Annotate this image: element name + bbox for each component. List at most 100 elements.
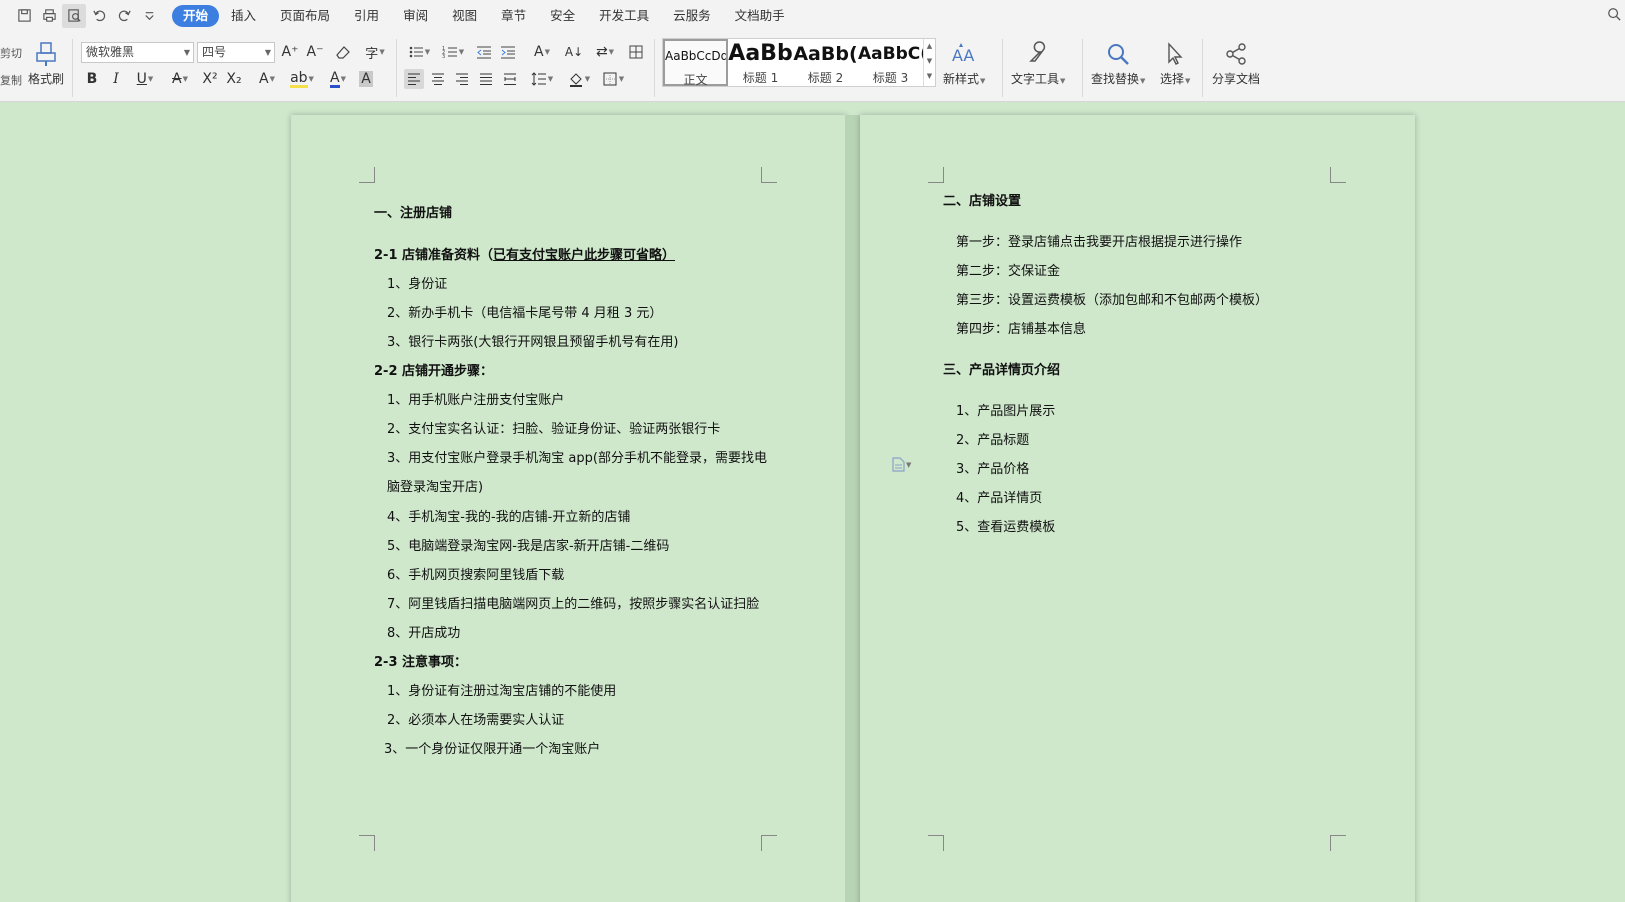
distributed-align-button[interactable] [500, 69, 520, 89]
list-item: 3、银行卡两张(大银行开网银且预留手机号有在用) [387, 335, 679, 350]
print-preview-button[interactable] [62, 3, 86, 28]
expand-icon[interactable]: ▼ [924, 69, 935, 84]
borders-icon [603, 72, 617, 86]
tab-review[interactable]: 审阅 [391, 5, 440, 27]
bullet-list-button[interactable]: ▼ [404, 42, 434, 62]
phonetic-guide-button[interactable]: 字 ▼ [360, 42, 390, 62]
superscript-button[interactable]: X² [200, 69, 220, 89]
new-style-button[interactable]: AA 新样式▼ [943, 41, 985, 87]
redo-button[interactable] [112, 4, 136, 28]
format-painter-button[interactable]: 格式刷 [28, 41, 64, 87]
text-tools-button[interactable]: 文字工具▼ [1011, 41, 1065, 87]
chevron-up-icon[interactable]: ▲ [924, 39, 935, 54]
print-preview-icon [67, 9, 81, 22]
align-right-button[interactable] [452, 69, 472, 89]
bullet-list-icon [409, 46, 423, 58]
font-size-select[interactable]: 四号 ▼ [197, 42, 275, 63]
style-heading-2[interactable]: AaBb( 标题 2 [793, 39, 858, 86]
font-name-value: 微软雅黑 [86, 45, 135, 59]
chinese-layout-button[interactable]: A ▼ [527, 42, 557, 62]
align-center-button[interactable] [428, 69, 448, 89]
margin-marker [359, 835, 375, 851]
clear-format-button[interactable] [333, 42, 353, 62]
print-button[interactable] [37, 4, 61, 28]
strikethrough-button[interactable]: A ▼ [165, 69, 195, 89]
tab-section[interactable]: 章节 [489, 5, 538, 27]
menu-bar: 开始 插入 页面布局 引用 审阅 视图 章节 安全 开发工具 云服务 文档助手 [0, 0, 1625, 31]
save-button[interactable] [12, 4, 36, 28]
style-label: 正文 [683, 73, 708, 87]
tab-references[interactable]: 引用 [342, 5, 391, 27]
justify-icon [480, 73, 492, 85]
list-item: 3、一个身份证仅限开通一个淘宝账户 [384, 742, 601, 757]
font-color-button[interactable]: A ▼ [323, 69, 353, 89]
show-hide-marks-button[interactable]: ⇄ ▼ [590, 42, 620, 62]
highlight-button[interactable]: ab ▼ [287, 69, 317, 89]
list-item: 5、查看运费模板 [956, 520, 1056, 535]
text-tools-label: 文字工具 [1011, 72, 1060, 86]
bold-icon: B [86, 71, 98, 87]
underline-button[interactable]: U ▼ [130, 69, 160, 89]
decrease-indent-button[interactable] [474, 42, 494, 62]
margin-marker [1330, 835, 1346, 851]
line-spacing-icon [531, 72, 546, 86]
increase-indent-button[interactable] [498, 42, 518, 62]
find-replace-button[interactable]: 查找替换▼ [1091, 41, 1145, 87]
shading-button[interactable]: ▼ [564, 69, 594, 89]
tab-home[interactable]: 开始 [172, 4, 220, 27]
numbered-list-button[interactable]: 1 2 3 ▼ [438, 42, 468, 62]
select-button[interactable]: 选择▼ [1160, 41, 1190, 87]
line-spacing-button[interactable]: ▼ [527, 69, 557, 89]
styles-scroll[interactable]: ▲ ▼ ▼ [923, 39, 935, 86]
search-icon[interactable] [1607, 7, 1621, 21]
paragraph-marks-icon: ⇄ [595, 44, 608, 60]
table-grid-button[interactable] [626, 42, 646, 62]
sort-button[interactable]: A↓ [564, 42, 584, 62]
margin-marker [761, 167, 777, 183]
tab-doc-assistant[interactable]: 文档助手 [723, 5, 797, 27]
list-item: 第三步：设置运费模板（添加包邮和不包邮两个模板） [956, 293, 1269, 308]
decrease-font-button[interactable]: A⁻ [305, 42, 325, 62]
quick-access-toolbar [0, 3, 162, 28]
tab-view[interactable]: 视图 [440, 5, 489, 27]
copy-button[interactable]: 复制 [0, 72, 22, 88]
document-page-2[interactable]: 二、店铺设置 第一步：登录店铺点击我要开店根据提示进行操作 第二步：交保证金 第… [860, 115, 1415, 902]
align-left-button[interactable] [404, 69, 424, 89]
tab-security[interactable]: 安全 [538, 5, 587, 27]
document-page-1[interactable]: 一、注册店铺 2-1 店铺准备资料（已有支付宝账户此步骤可省略） 1、身份证 2… [291, 115, 846, 902]
style-heading-3[interactable]: AaBbC( 标题 3 [858, 39, 923, 86]
font-name-select[interactable]: 微软雅黑 ▼ [81, 42, 194, 63]
margin-marker [928, 167, 944, 183]
underline-icon: U [136, 71, 147, 87]
style-heading-1[interactable]: AaBb 标题 1 [728, 39, 793, 86]
list-item: 1、身份证有注册过淘宝店铺的不能使用 [387, 684, 617, 699]
chevron-down-icon[interactable]: ▼ [924, 54, 935, 69]
share-doc-button[interactable]: 分享文档 [1212, 41, 1260, 87]
list-item: 5、电脑端登录淘宝网-我是店家-新开店铺-二维码 [387, 539, 670, 554]
page-gap [845, 115, 860, 902]
increase-font-button[interactable]: A⁺ [280, 42, 300, 62]
tab-page-layout[interactable]: 页面布局 [268, 5, 342, 27]
subscript-button[interactable]: X₂ [224, 69, 244, 89]
list-item: 3、产品价格 [956, 462, 1030, 477]
undo-button[interactable] [87, 4, 111, 28]
char-shading-button[interactable]: A [356, 69, 376, 89]
outdent-icon [477, 46, 491, 59]
tab-cloud-services[interactable]: 云服务 [661, 5, 723, 27]
italic-button[interactable]: I [106, 69, 126, 89]
cut-button[interactable]: 剪切 [0, 45, 22, 61]
borders-button[interactable]: ▼ [598, 69, 628, 89]
justify-button[interactable] [476, 69, 496, 89]
subheading-text: 2-1 店铺准备资料（ [374, 248, 494, 263]
text-effect-button[interactable]: A ▼ [252, 69, 282, 89]
tab-developer[interactable]: 开发工具 [587, 5, 661, 27]
tab-insert[interactable]: 插入 [219, 5, 268, 27]
style-normal[interactable]: AaBbCcDd 正文 [663, 39, 728, 87]
style-preview: AaBb( [793, 43, 858, 65]
bold-button[interactable]: B [82, 69, 102, 89]
undo-icon [92, 10, 105, 22]
customize-toolbar-button[interactable] [137, 4, 161, 28]
paragraph-layout-button[interactable]: ▼ [892, 457, 911, 472]
search-icon [1108, 44, 1130, 65]
list-item: 4、产品详情页 [956, 491, 1043, 506]
